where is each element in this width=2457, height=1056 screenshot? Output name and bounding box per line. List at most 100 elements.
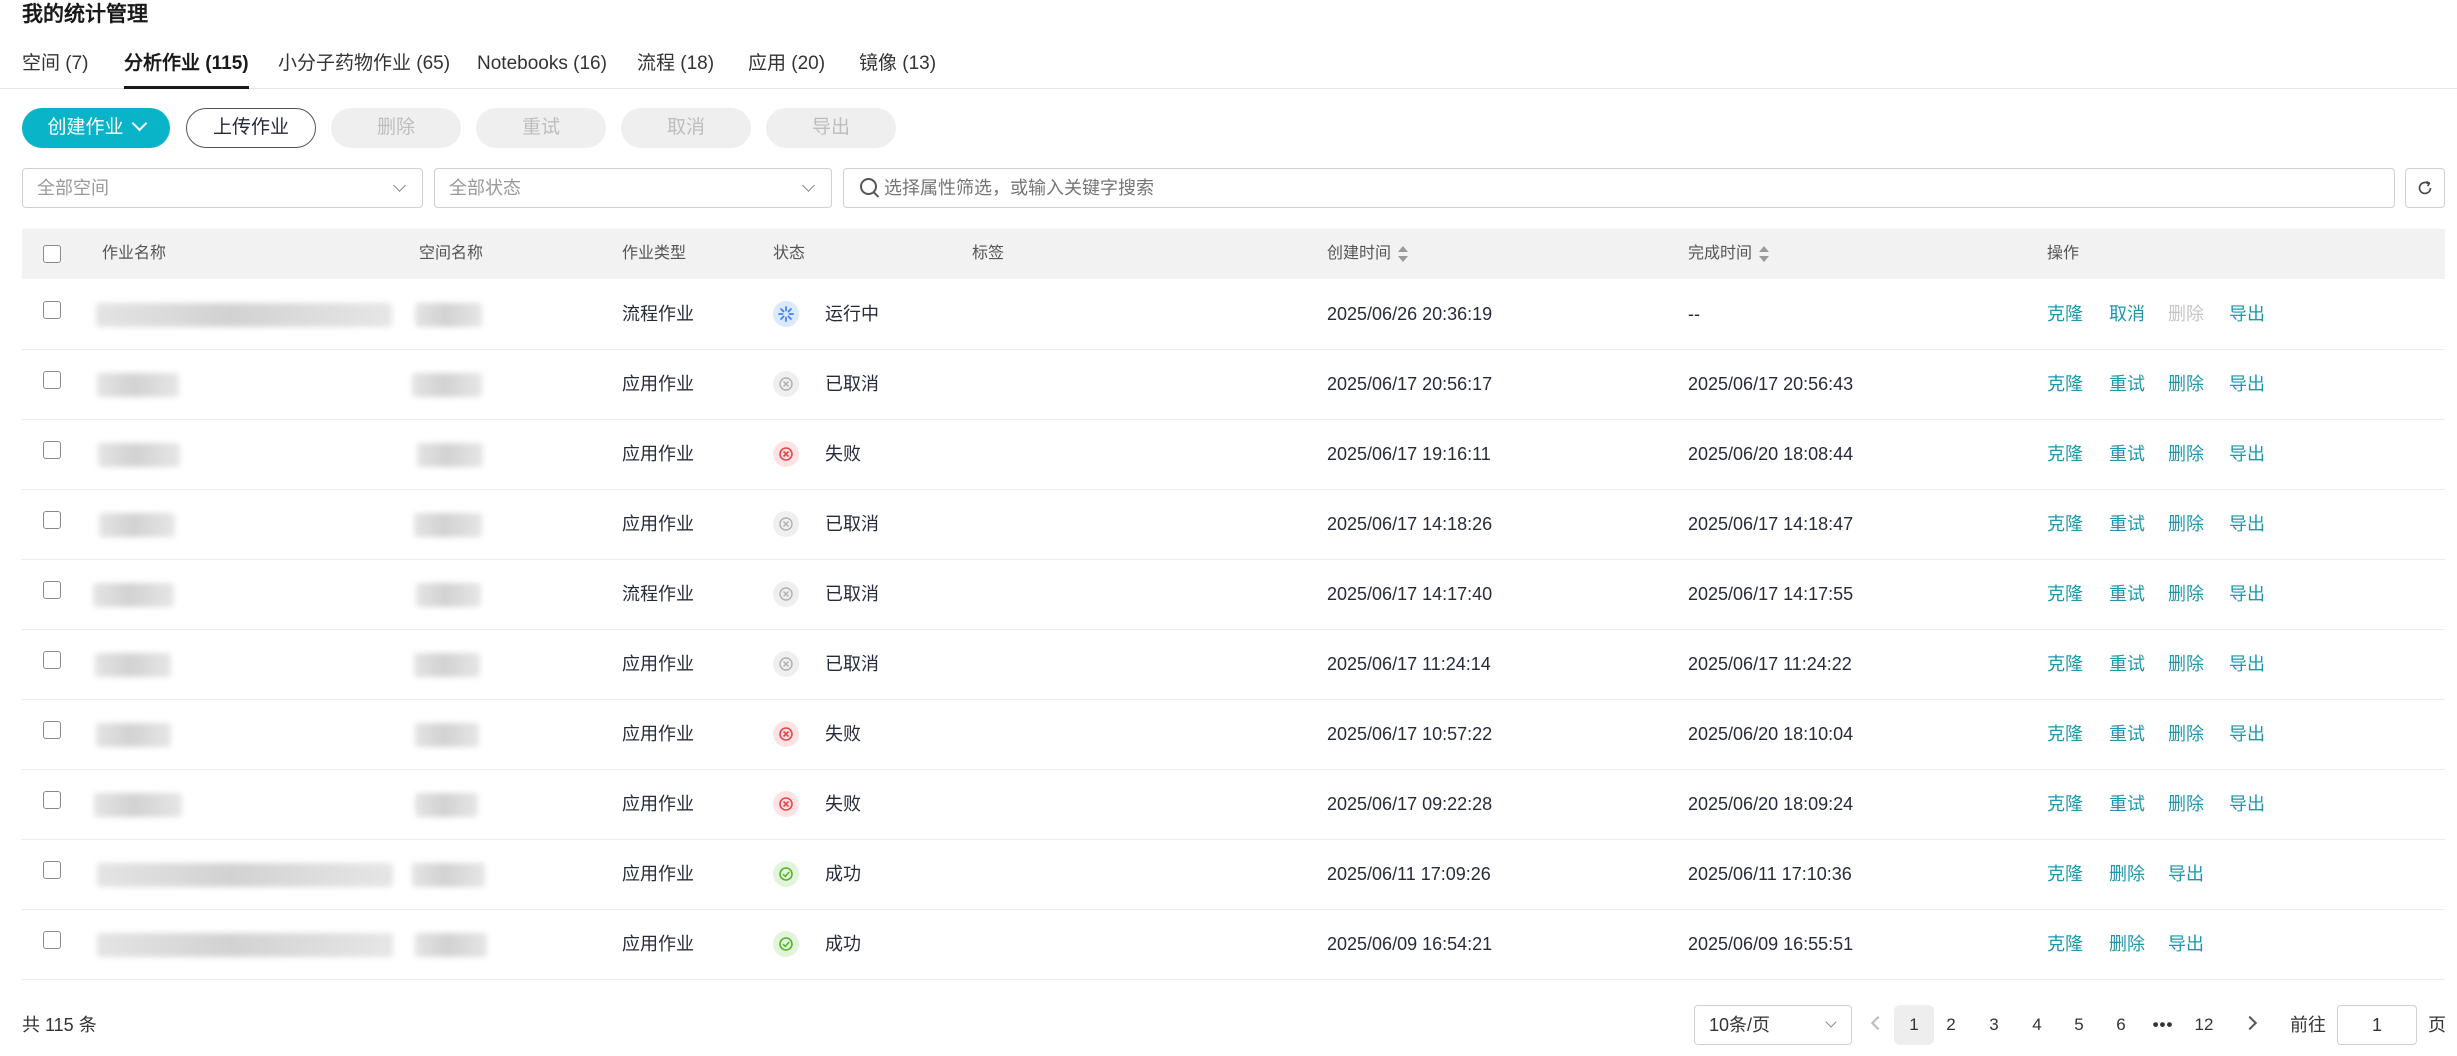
clone-link[interactable]: 克隆: [2047, 839, 2083, 909]
export-link[interactable]: 导出: [2168, 909, 2204, 979]
delete-button[interactable]: 删除: [331, 108, 461, 148]
delete-link[interactable]: 删除: [2168, 489, 2204, 559]
delete-link[interactable]: 删除: [2109, 909, 2145, 979]
tab-notebooks[interactable]: Notebooks (16): [477, 40, 607, 88]
row-checkbox[interactable]: [43, 511, 61, 529]
page-size-select[interactable]: 10条/页: [1694, 1005, 1852, 1045]
job-name-redacted[interactable]: [94, 793, 182, 817]
job-name-redacted[interactable]: [95, 653, 171, 677]
job-type: 应用作业: [622, 654, 694, 674]
clone-link[interactable]: 克隆: [2047, 769, 2083, 839]
goto-suffix: 页: [2428, 1015, 2446, 1035]
created-time: 2025/06/17 14:18:26: [1327, 514, 1493, 534]
tab-analysis-jobs[interactable]: 分析作业 (115): [124, 40, 249, 89]
next-page-icon[interactable]: [2242, 1015, 2258, 1031]
row-checkbox[interactable]: [43, 301, 61, 319]
prev-page-icon[interactable]: [1870, 1015, 1886, 1031]
delete-link[interactable]: 删除: [2168, 419, 2204, 489]
upload-job-button[interactable]: 上传作业: [186, 108, 316, 148]
row-checkbox[interactable]: [43, 861, 61, 879]
finished-time: 2025/06/17 14:18:47: [1688, 514, 1854, 534]
refresh-button[interactable]: [2405, 168, 2445, 208]
page-4-button[interactable]: 4: [2022, 1005, 2052, 1045]
finished-time: 2025/06/11 17:10:36: [1688, 864, 1852, 884]
retry-link[interactable]: 重试: [2109, 559, 2145, 629]
export-link[interactable]: 导出: [2229, 349, 2265, 419]
job-name-redacted[interactable]: [93, 583, 174, 607]
row-checkbox[interactable]: [43, 441, 61, 459]
job-name-redacted[interactable]: [97, 933, 393, 957]
page-3-button[interactable]: 3: [1979, 1005, 2009, 1045]
delete-link[interactable]: 删除: [2168, 769, 2204, 839]
column-header-created[interactable]: 创建时间: [1327, 229, 1409, 279]
retry-link[interactable]: 重试: [2109, 699, 2145, 769]
retry-link[interactable]: 重试: [2109, 629, 2145, 699]
space-name-redacted: [412, 373, 482, 397]
page-1-button[interactable]: 1: [1894, 1005, 1934, 1045]
page-ellipsis[interactable]: •••: [2148, 1005, 2178, 1045]
retry-link[interactable]: 重试: [2109, 419, 2145, 489]
page-12-button[interactable]: 12: [2189, 1005, 2219, 1045]
delete-link[interactable]: 删除: [2168, 279, 2204, 349]
row-checkbox[interactable]: [43, 791, 61, 809]
export-link[interactable]: 导出: [2229, 489, 2265, 559]
export-link[interactable]: 导出: [2168, 839, 2204, 909]
export-link[interactable]: 导出: [2229, 279, 2265, 349]
export-link[interactable]: 导出: [2229, 699, 2265, 769]
job-name-redacted[interactable]: [97, 373, 179, 397]
clone-link[interactable]: 克隆: [2047, 489, 2083, 559]
status-label: 已取消: [825, 514, 879, 534]
row-checkbox[interactable]: [43, 721, 61, 739]
cancel-link[interactable]: 取消: [2109, 279, 2145, 349]
tab-small-molecule-jobs[interactable]: 小分子药物作业 (65): [278, 40, 450, 88]
clone-link[interactable]: 克隆: [2047, 279, 2083, 349]
job-name-redacted[interactable]: [97, 863, 393, 887]
row-checkbox[interactable]: [43, 931, 61, 949]
cancel-button[interactable]: 取消: [621, 108, 751, 148]
chevron-down-icon: [131, 115, 147, 132]
page-5-button[interactable]: 5: [2064, 1005, 2094, 1045]
clone-link[interactable]: 克隆: [2047, 909, 2083, 979]
clone-link[interactable]: 克隆: [2047, 559, 2083, 629]
row-checkbox[interactable]: [43, 371, 61, 389]
retry-button[interactable]: 重试: [476, 108, 606, 148]
create-job-button[interactable]: 创建作业: [22, 108, 170, 148]
job-name-redacted[interactable]: [96, 303, 392, 327]
row-checkbox[interactable]: [43, 581, 61, 599]
export-link[interactable]: 导出: [2229, 629, 2265, 699]
export-button[interactable]: 导出: [766, 108, 896, 148]
goto-page-input[interactable]: [2337, 1005, 2417, 1045]
delete-link[interactable]: 删除: [2109, 839, 2145, 909]
status-label: 成功: [825, 864, 861, 884]
tab-spaces[interactable]: 空间 (7): [22, 40, 89, 88]
tab-workflows[interactable]: 流程 (18): [637, 40, 714, 88]
retry-link[interactable]: 重试: [2109, 349, 2145, 419]
row-checkbox[interactable]: [43, 651, 61, 669]
select-all-checkbox[interactable]: [43, 245, 61, 263]
clone-link[interactable]: 克隆: [2047, 699, 2083, 769]
job-type: 应用作业: [622, 794, 694, 814]
column-header-finished[interactable]: 完成时间: [1688, 229, 1770, 279]
delete-link[interactable]: 删除: [2168, 629, 2204, 699]
export-link[interactable]: 导出: [2229, 769, 2265, 839]
clone-link[interactable]: 克隆: [2047, 349, 2083, 419]
retry-link[interactable]: 重试: [2109, 769, 2145, 839]
status-filter-select[interactable]: 全部状态: [434, 168, 832, 208]
clone-link[interactable]: 克隆: [2047, 419, 2083, 489]
search-input[interactable]: [843, 168, 2395, 208]
export-link[interactable]: 导出: [2229, 419, 2265, 489]
space-filter-select[interactable]: 全部空间: [22, 168, 423, 208]
job-name-redacted[interactable]: [96, 723, 171, 747]
tab-apps[interactable]: 应用 (20): [748, 40, 825, 88]
tab-images[interactable]: 镜像 (13): [859, 40, 936, 88]
page-6-button[interactable]: 6: [2106, 1005, 2136, 1045]
retry-link[interactable]: 重试: [2109, 489, 2145, 559]
delete-link[interactable]: 删除: [2168, 349, 2204, 419]
job-name-redacted[interactable]: [99, 513, 175, 537]
delete-link[interactable]: 删除: [2168, 699, 2204, 769]
job-name-redacted[interactable]: [98, 443, 180, 467]
delete-link[interactable]: 删除: [2168, 559, 2204, 629]
page-2-button[interactable]: 2: [1936, 1005, 1966, 1045]
clone-link[interactable]: 克隆: [2047, 629, 2083, 699]
export-link[interactable]: 导出: [2229, 559, 2265, 629]
